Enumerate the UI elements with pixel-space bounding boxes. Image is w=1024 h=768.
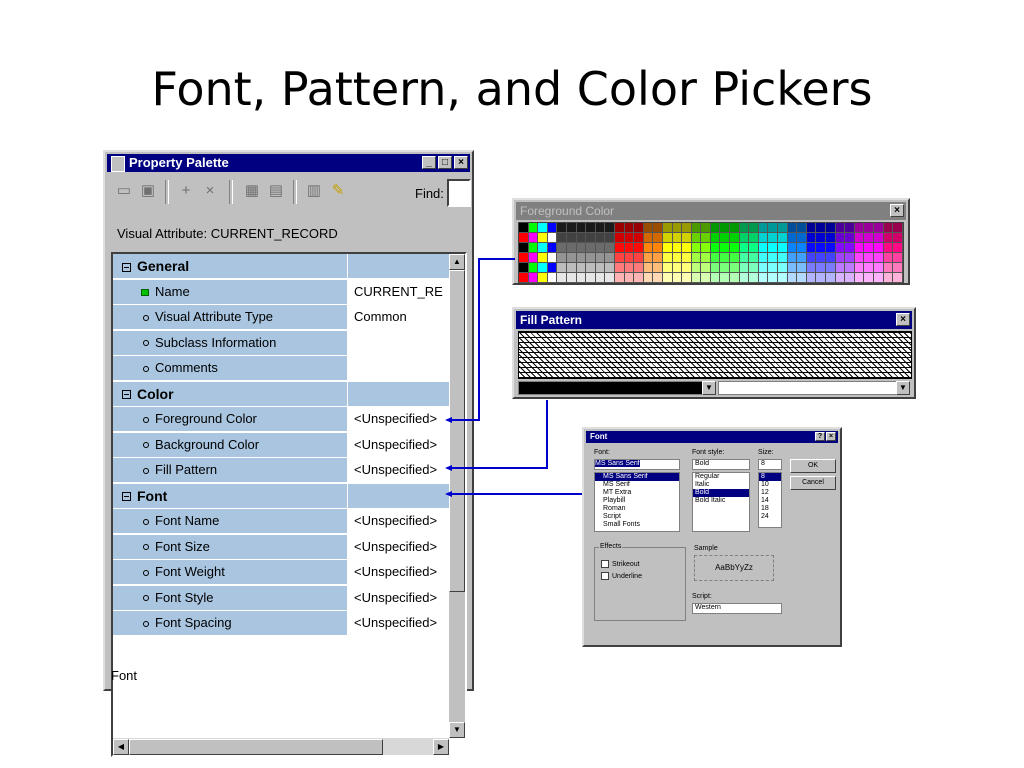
arrowhead-icon [445, 491, 452, 497]
connector-lines [445, 258, 582, 497]
foreground-connector [447, 258, 515, 421]
fill-pattern-connector [447, 400, 548, 469]
arrowhead-icon [445, 417, 452, 423]
arrowhead-icon [445, 465, 452, 471]
